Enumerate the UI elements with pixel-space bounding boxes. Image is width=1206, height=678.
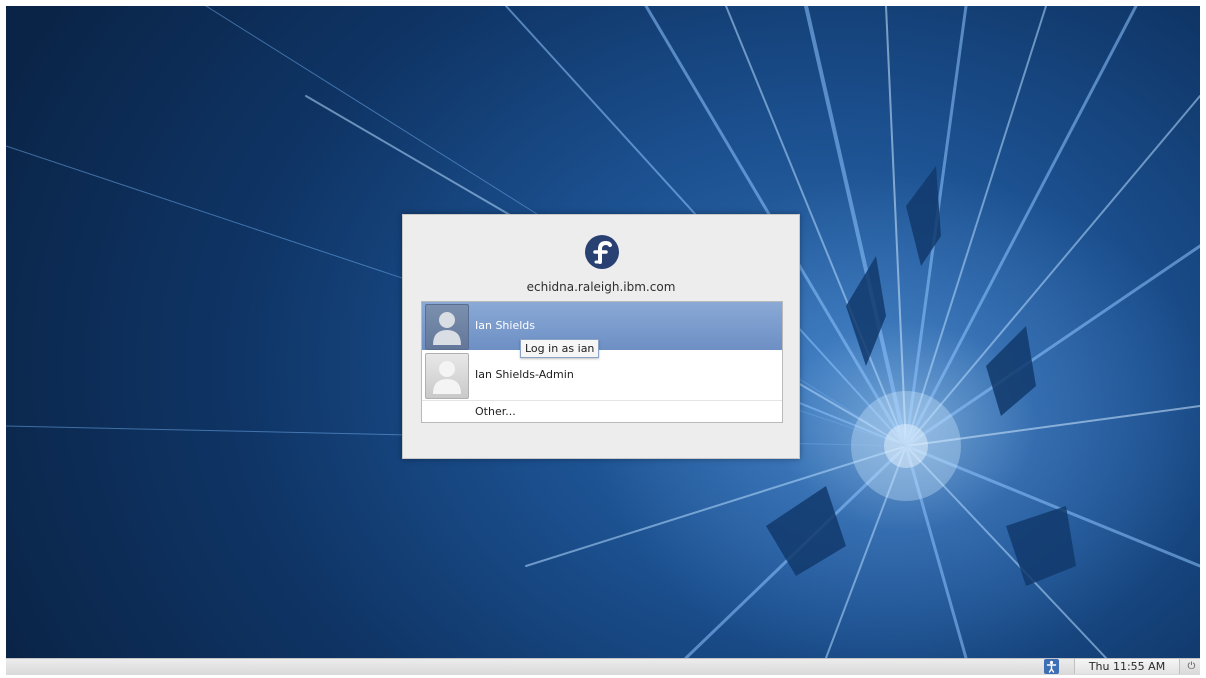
panel-clock[interactable]: Thu 11:55 AM [1074,659,1180,674]
accessibility-icon[interactable] [1044,659,1059,674]
login-tooltip: Log in as ian [520,339,600,358]
login-dialog: echidna.raleigh.ibm.com Ian Shields Ian … [402,214,800,459]
user-list: Ian Shields Ian Shields-Admin Other... [421,301,783,423]
other-user-label: Other... [475,405,516,418]
user-row-ian-shields[interactable]: Ian Shields [422,302,782,350]
user-name-label: Ian Shields [475,319,536,332]
user-avatar-icon [425,304,469,350]
power-icon[interactable]: ⏻ [1184,659,1199,674]
fedora-logo-icon [585,235,619,269]
user-row-ian-shields-admin[interactable]: Ian Shields-Admin [422,351,782,399]
hostname-label: echidna.raleigh.ibm.com [526,280,676,294]
user-avatar-icon [425,353,469,399]
other-user-row[interactable]: Other... [422,400,782,422]
user-name-label: Ian Shields-Admin [475,368,574,381]
bottom-panel: Thu 11:55 AM ⏻ [6,658,1200,675]
